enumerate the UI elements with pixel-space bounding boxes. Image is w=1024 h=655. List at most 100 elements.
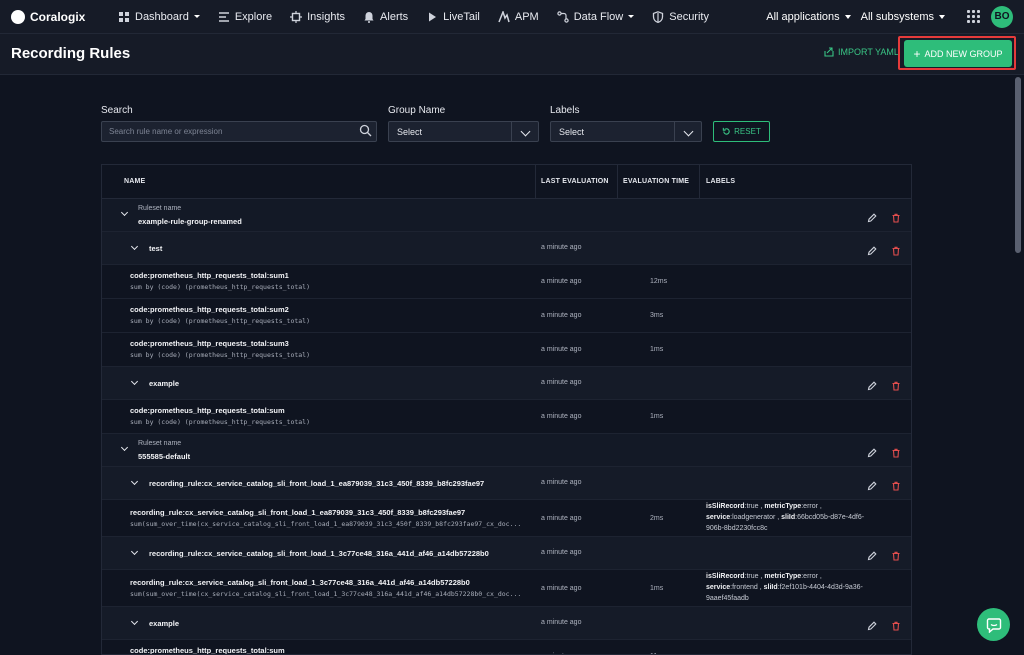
edit-icon[interactable] [867, 243, 877, 261]
plus-icon: + [913, 46, 921, 61]
evaluation-time: 1ms [650, 413, 664, 420]
nav-item-livetail[interactable]: LiveTail [417, 0, 489, 34]
group-name: recording_rule:cx_service_catalog_sli_fr… [149, 549, 489, 558]
nav-item-apm[interactable]: APM [489, 0, 548, 34]
edit-icon[interactable] [867, 445, 877, 463]
ruleset-caption: Ruleset name [138, 440, 182, 447]
label-key: metricType [764, 503, 802, 510]
page-scrollbar[interactable] [1013, 75, 1024, 655]
group-row: recording_rule:cx_service_catalog_sli_fr… [102, 537, 911, 570]
rule-row: recording_rule:cx_service_catalog_sli_fr… [102, 570, 911, 607]
reset-icon [722, 127, 730, 135]
rule-expression: sum by (code) (prometheus_http_requests_… [130, 418, 311, 426]
nav-item-label: APM [514, 10, 539, 23]
ruleset-row: Ruleset name 555585-default [102, 434, 911, 467]
nav-item-security[interactable]: Security [643, 0, 718, 34]
column-header-evaluation-time: EVALUATION TIME [623, 178, 690, 185]
explore-icon [218, 11, 229, 22]
label-key: isSliRecord [706, 503, 745, 510]
avatar[interactable]: BO [991, 5, 1013, 28]
labels-select[interactable]: Select [550, 121, 702, 142]
group-row: test a minute ago [102, 232, 911, 265]
last-evaluation: a minute ago [541, 379, 582, 386]
chevron-down-icon[interactable] [130, 547, 139, 556]
nav-item-explore[interactable]: Explore [209, 0, 281, 34]
group-name: recording_rule:cx_service_catalog_sli_fr… [149, 479, 485, 488]
delete-icon[interactable] [891, 445, 901, 463]
chat-button[interactable] [977, 608, 1010, 641]
rule-row: code:prometheus_http_requests_total:sum s… [102, 400, 911, 434]
rule-expression: sum(sum_over_time(cx_service_catalog_sli… [130, 520, 522, 528]
applications-selector[interactable]: All applications [766, 10, 851, 23]
insights-icon [290, 10, 303, 23]
chevron-down-icon[interactable] [120, 208, 129, 217]
delete-icon[interactable] [891, 210, 901, 228]
edit-icon[interactable] [867, 478, 877, 496]
last-evaluation: a minute ago [541, 515, 582, 522]
edit-icon[interactable] [867, 618, 877, 636]
search-label: Search [101, 105, 133, 116]
labels-value: Select [559, 127, 585, 137]
delete-icon[interactable] [891, 243, 901, 261]
reset-label: RESET [734, 127, 761, 136]
group-row: example a minute ago [102, 367, 911, 400]
labels-label: Labels [550, 105, 580, 116]
last-evaluation: a minute ago [541, 278, 582, 285]
rule-row: code:prometheus_http_requests_total:suma… [102, 640, 911, 655]
rule-name: recording_rule:cx_service_catalog_sli_fr… [130, 508, 466, 517]
shield-icon [653, 10, 664, 23]
label-key: sliId [781, 514, 796, 521]
evaluation-time: 3ms [650, 312, 664, 319]
brand-name: Coralogix [30, 9, 86, 24]
scrollbar-thumb[interactable] [1015, 77, 1021, 253]
chevron-down-icon[interactable] [120, 443, 129, 452]
rule-labels: isSliRecord:true , metricType:error , se… [706, 573, 863, 602]
nav-item-label: Security [669, 10, 709, 23]
ruleset-caption: Ruleset name [138, 205, 182, 212]
rule-expression: sum by (code) (prometheus_http_requests_… [130, 351, 311, 359]
nav-item-insights[interactable]: Insights [281, 0, 354, 34]
dashboard-icon [119, 11, 129, 22]
last-evaluation: a minute ago [541, 312, 582, 319]
evaluation-time: 1ms [650, 346, 664, 353]
rule-name: code:prometheus_http_requests_total:sum2 [130, 305, 289, 314]
group-name: example [149, 619, 180, 628]
delete-icon[interactable] [891, 548, 901, 566]
chevron-down-icon [520, 126, 531, 137]
apps-grid-icon[interactable] [967, 9, 981, 24]
edit-icon[interactable] [867, 548, 877, 566]
search-icon[interactable] [359, 124, 372, 137]
nav-item-label: LiveTail [443, 10, 480, 23]
group-name-select[interactable]: Select [388, 121, 539, 142]
column-header-labels: LABELS [706, 178, 736, 185]
last-evaluation: a minute ago [541, 619, 582, 626]
nav-item-label: Explore [234, 10, 273, 23]
search-input[interactable]: Search rule name or expression [101, 121, 377, 142]
chevron-down-icon[interactable] [130, 377, 139, 386]
coralogix-logo[interactable]: Coralogix [11, 9, 109, 24]
label-value: frontend [732, 584, 758, 591]
delete-icon[interactable] [891, 378, 901, 396]
import-yaml-button[interactable]: IMPORT YAML [824, 47, 899, 57]
rule-name: code:prometheus_http_requests_total:sum [130, 646, 285, 655]
label-key: isSliRecord [706, 573, 745, 580]
edit-icon[interactable] [867, 378, 877, 396]
group-name-value: Select [397, 127, 423, 137]
last-evaluation: a minute ago [541, 346, 582, 353]
add-new-group-button[interactable]: + ADD NEW GROUP [904, 40, 1012, 67]
nav-item-alerts[interactable]: Alerts [354, 0, 417, 34]
last-evaluation: a minute ago [541, 413, 582, 420]
applications-label: All applications [766, 10, 840, 23]
delete-icon[interactable] [891, 618, 901, 636]
nav-item-dashboard[interactable]: Dashboard [109, 0, 209, 34]
nav-item-data-flow[interactable]: Data Flow [548, 0, 644, 34]
chevron-down-icon[interactable] [130, 242, 139, 251]
delete-icon[interactable] [891, 478, 901, 496]
reset-button[interactable]: RESET [713, 121, 770, 142]
edit-icon[interactable] [867, 210, 877, 228]
chevron-down-icon[interactable] [130, 477, 139, 486]
last-evaluation: a minute ago [541, 244, 582, 251]
chevron-down-icon[interactable] [130, 617, 139, 626]
subsystems-selector[interactable]: All subsystems [861, 11, 945, 23]
rule-row: code:prometheus_http_requests_total:sum3… [102, 333, 911, 367]
